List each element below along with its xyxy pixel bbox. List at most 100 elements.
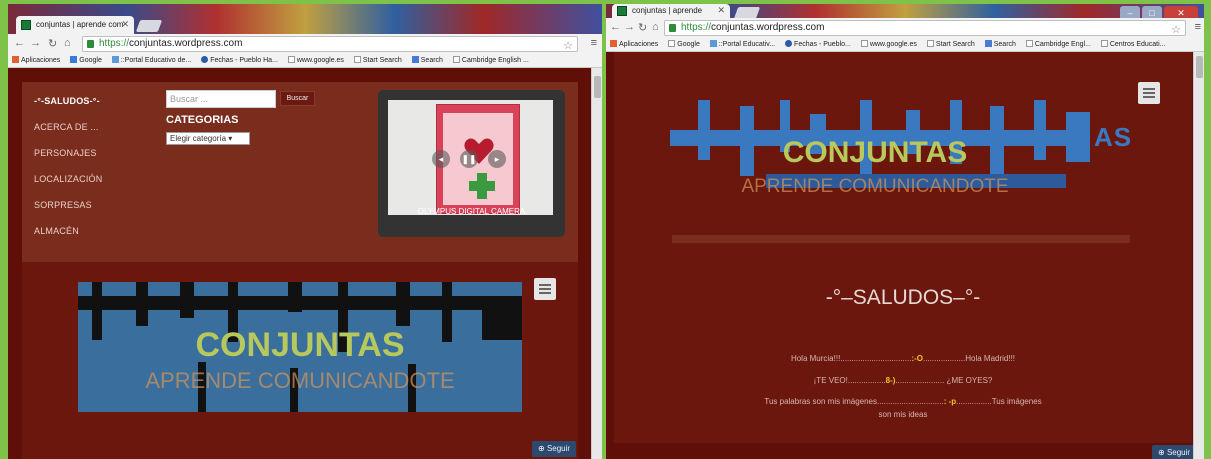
menu-item-localizacion[interactable]: LOCALIZACIÓN [34, 174, 102, 184]
url-scheme: https:// [99, 38, 130, 49]
follow-icon: ⊕ [1158, 448, 1165, 457]
slideshow-image: ◂ ❚❚ ▸ [388, 100, 553, 215]
photo-slideshow[interactable]: ◂ ❚❚ ▸ OLYMPUS DIGITAL CAMERA [378, 90, 565, 237]
browser-window-right: conjuntas | aprende ✕ – □ ✕ ← → ↻ ⌂ http… [606, 4, 1204, 459]
menu-icon[interactable]: ≡ [591, 37, 597, 49]
reload-icon[interactable]: ↻ [638, 21, 647, 34]
new-tab-button[interactable] [135, 20, 163, 32]
bookmark-item[interactable]: Search [984, 40, 1016, 48]
post-line: Tus palabras son mis imágenes...........… [764, 397, 1042, 406]
next-icon[interactable]: ▸ [488, 150, 506, 168]
bookmark-item[interactable]: Start Search [926, 40, 975, 48]
logo-subtitle: APRENDE COMUNICANDOTE [741, 176, 1009, 197]
page-icon [926, 40, 934, 47]
categories-heading: CATEGORIAS [166, 114, 239, 126]
bookmark-item[interactable]: Aplicaciones [610, 40, 658, 48]
bookmark-item[interactable]: Cambridge Engl... [1025, 40, 1091, 48]
url-host: conjuntas.wordpress.com [711, 22, 825, 33]
bookmark-item[interactable]: Fechas - Pueblo Ha... [201, 56, 278, 64]
bookmark-item[interactable]: Centros Educati... [1100, 40, 1166, 48]
category-select[interactable]: Elegir categoría ▾ [166, 132, 250, 145]
google-icon [668, 40, 676, 47]
bookmark-item[interactable]: Google [70, 56, 102, 64]
tab-title: conjuntas | aprende com [36, 20, 124, 29]
home-icon[interactable]: ⌂ [64, 37, 71, 49]
follow-button[interactable]: ⊕ Seguir [532, 441, 577, 457]
url-field[interactable]: https://conjuntas.wordpress.com ☆ [82, 36, 578, 52]
scrollbar-thumb[interactable] [594, 76, 601, 98]
star-icon[interactable]: ☆ [563, 39, 573, 52]
home-icon[interactable]: ⌂ [652, 21, 659, 33]
forward-icon[interactable]: → [624, 21, 635, 33]
prev-icon[interactable]: ◂ [432, 150, 450, 168]
menu-item-sorpresas[interactable]: SORPRESAS [34, 200, 102, 210]
page-viewport: AS CONJUNTAS APRENDE COMUNICANDOTE -°–SA… [606, 52, 1204, 459]
address-bar: ← → ↻ ⌂ https://conjuntas.wordpress.com … [8, 34, 602, 54]
scrollbar[interactable] [1193, 52, 1204, 459]
photo-caption: OLYMPUS DIGITAL CAMERA [417, 207, 526, 216]
portal-icon [111, 56, 119, 63]
logo-suffix: AS [1094, 122, 1133, 152]
back-icon[interactable]: ← [610, 21, 621, 33]
title-bar: conjuntas | aprende com ✕ [8, 4, 602, 34]
hamburger-icon[interactable] [1138, 82, 1160, 104]
menu-icon[interactable]: ≡ [1195, 21, 1201, 33]
post-line: son mis ideas [878, 410, 928, 419]
search-input[interactable]: Buscar ... [166, 90, 276, 108]
portal-icon [709, 40, 717, 47]
page-icon [287, 56, 295, 63]
star-icon[interactable]: ☆ [1171, 23, 1181, 36]
url-scheme: https:// [681, 22, 712, 33]
follow-button[interactable]: ⊕ Seguir [1152, 445, 1197, 459]
bookmark-item[interactable]: www.google.es [860, 40, 917, 48]
page-icon [353, 56, 361, 63]
google-icon [860, 40, 868, 47]
post-line: Hola Murcia!!!..........................… [790, 354, 1016, 363]
tab-conjuntas[interactable]: conjuntas | aprende com ✕ [16, 16, 134, 34]
bookmark-item[interactable]: ::Portal Educativ... [709, 40, 775, 48]
bookmark-item[interactable]: Cambridge English ... [452, 56, 529, 64]
pause-icon[interactable]: ❚❚ [460, 150, 478, 168]
tab-conjuntas[interactable]: conjuntas | aprende ✕ [612, 4, 730, 18]
site-favicon-icon [617, 6, 627, 16]
menu-item-saludos[interactable]: -°-SALUDOS-°- [34, 96, 102, 106]
bookmark-item[interactable]: Fechas - Pueblo... [785, 40, 851, 48]
page-viewport: -°-SALUDOS-°- ACERCA DE ... PERSONAJES L… [8, 68, 602, 459]
menu-item-almacen[interactable]: ALMACÉN [34, 226, 102, 236]
bookmark-item[interactable]: Aplicaciones [12, 56, 60, 64]
page-icon [1100, 40, 1108, 47]
emoticon: :-O [911, 354, 923, 363]
logo-title: CONJUNTAS [195, 326, 405, 364]
close-tab-icon[interactable]: ✕ [121, 19, 129, 30]
scrollbar[interactable] [591, 68, 602, 459]
page-icon [1025, 40, 1033, 47]
bookmarks-bar: Aplicaciones Google ::Portal Educativo d… [8, 54, 602, 68]
back-icon[interactable]: ← [14, 37, 25, 49]
bookmark-item[interactable]: Google [668, 40, 700, 48]
category-select-value: Elegir categoría [170, 134, 227, 143]
url-field[interactable]: https://conjuntas.wordpress.com ☆ [664, 20, 1186, 36]
main-menu: -°-SALUDOS-°- ACERCA DE ... PERSONAJES L… [34, 96, 102, 252]
bookmarks-bar: Aplicaciones Google ::Portal Educativ...… [606, 38, 1204, 52]
search-icon [984, 40, 992, 47]
close-tab-icon[interactable]: ✕ [717, 5, 725, 16]
bookmark-item[interactable]: www.google.es [287, 56, 344, 64]
logo-title: CONJUNTAS [782, 136, 968, 169]
emoticon: 8-) [885, 376, 896, 385]
menu-item-acerca[interactable]: ACERCA DE ... [34, 122, 102, 132]
chevron-down-icon: ▾ [228, 134, 233, 143]
apps-icon [610, 40, 617, 47]
menu-item-personajes[interactable]: PERSONAJES [34, 148, 102, 158]
fechas-icon [201, 56, 209, 63]
bookmark-item[interactable]: ::Portal Educativo de... [111, 56, 191, 64]
apps-icon [12, 56, 19, 63]
divider [672, 235, 1130, 243]
scrollbar-thumb[interactable] [1196, 56, 1203, 78]
forward-icon[interactable]: → [30, 37, 41, 49]
emoticon: : -p [943, 397, 957, 406]
reload-icon[interactable]: ↻ [48, 37, 57, 50]
bookmark-item[interactable]: Search [411, 56, 443, 64]
hamburger-icon[interactable] [534, 278, 556, 300]
search-button[interactable]: Buscar [280, 91, 315, 106]
bookmark-item[interactable]: Start Search [353, 56, 402, 64]
